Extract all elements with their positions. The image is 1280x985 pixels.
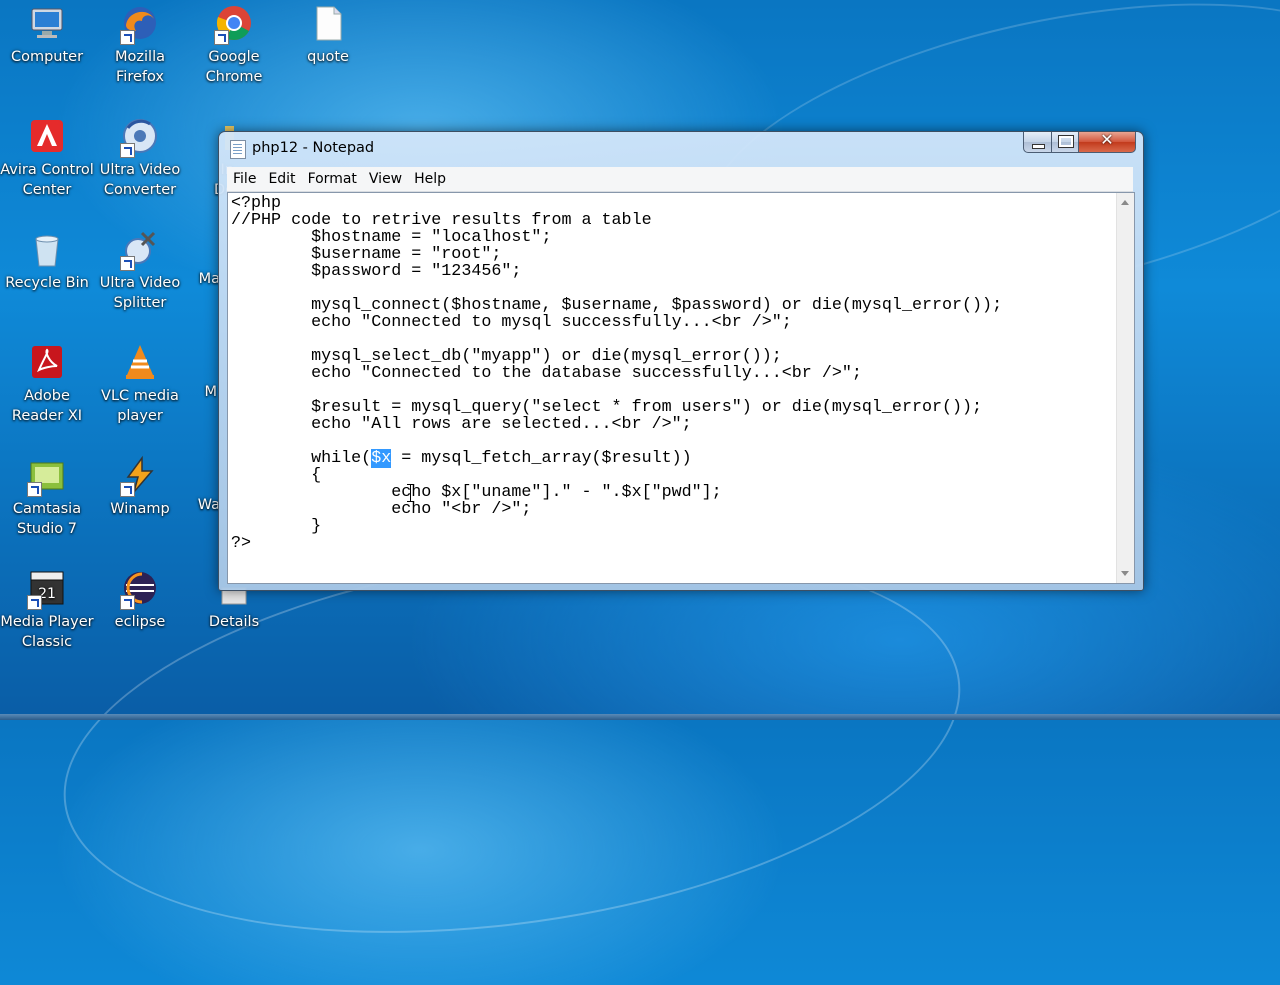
desktop-icon-label: Recycle Bin <box>5 275 89 291</box>
menu-bar: File Edit Format View Help <box>227 167 1133 192</box>
desktop-icon-label: VLC media player <box>101 388 179 424</box>
minimize-icon <box>1032 144 1045 149</box>
winamp-icon <box>120 455 160 497</box>
adobe-reader-icon <box>27 342 67 382</box>
scroll-up-arrow-icon[interactable] <box>1121 200 1129 205</box>
notepad-icon <box>230 140 246 159</box>
desktop-icon-label: Computer <box>10 49 84 65</box>
notepad-window[interactable]: php12 - Notepad ✕ File Edit Format View … <box>218 130 1144 591</box>
desktop-icon-ultra-video-converter[interactable]: Ultra Video Converter <box>93 116 187 200</box>
camtasia-icon <box>27 455 67 497</box>
desktop-icon-camtasia[interactable]: Camtasia Studio 7 <box>0 455 94 539</box>
title-bar[interactable]: php12 - Notepad ✕ <box>219 130 1143 164</box>
recycle-bin-icon <box>27 229 67 269</box>
desktop-icon-label: Mozilla Firefox <box>115 49 165 85</box>
taskbar[interactable] <box>0 714 1280 720</box>
desktop-icon-winamp[interactable]: Winamp <box>93 455 187 519</box>
desktop-icon-media-player-classic[interactable]: 21 Media Player Classic <box>0 568 94 652</box>
media-player-classic-icon: 21 <box>27 568 67 610</box>
text-cursor-icon <box>407 484 414 502</box>
desktop-icon-partial-ma[interactable]: Ma <box>187 269 220 289</box>
eclipse-icon <box>120 568 160 610</box>
menu-help[interactable]: Help <box>408 171 452 187</box>
firefox-icon <box>120 3 160 45</box>
desktop-icon-label: Adobe Reader XI <box>11 388 83 424</box>
ultra-video-converter-icon <box>120 116 160 158</box>
code-line: echo "All rows are selected...<br />"; <box>231 415 692 434</box>
minimize-button[interactable] <box>1023 132 1052 153</box>
desktop-icon-label: Ultra Video Splitter <box>99 275 181 311</box>
desktop-icon-label: Avira Control Center <box>0 162 94 198</box>
maximize-button[interactable] <box>1052 132 1079 153</box>
desktop-icon-avira[interactable]: Avira Control Center <box>0 116 94 200</box>
desktop-icon-computer[interactable]: Computer <box>0 3 94 67</box>
editor-text[interactable]: <?php //PHP code to retrive results from… <box>231 195 1002 552</box>
menu-view[interactable]: View <box>363 171 408 187</box>
code-line: echo "Connected to the database successf… <box>231 364 862 383</box>
desktop-icon-label: Wa <box>197 497 220 513</box>
vlc-icon <box>120 342 160 382</box>
code-line: $password = "123456"; <box>231 262 522 281</box>
desktop-icon-firefox[interactable]: Mozilla Firefox <box>93 3 187 87</box>
avira-icon <box>27 116 67 156</box>
vertical-scrollbar[interactable] <box>1116 193 1134 583</box>
desktop-icon-label: Media Player Classic <box>0 614 94 650</box>
window-title: php12 - Notepad <box>252 140 375 156</box>
scroll-down-arrow-icon[interactable] <box>1121 571 1129 576</box>
text-editor[interactable]: <?php //PHP code to retrive results from… <box>227 192 1135 584</box>
desktop-icon-label: Details <box>208 614 260 630</box>
desktop-icon-ultra-video-splitter[interactable]: Ultra Video Splitter <box>93 229 187 313</box>
desktop-icon-label: Ultra Video Converter <box>99 162 181 198</box>
code-line: ?> <box>231 534 252 553</box>
text-file-icon <box>308 3 348 43</box>
desktop-icon-eclipse[interactable]: eclipse <box>93 568 187 632</box>
close-icon: ✕ <box>1100 130 1114 149</box>
desktop-icon-vlc[interactable]: VLC media player <box>93 342 187 426</box>
desktop-icon-partial-m[interactable]: M <box>187 382 217 402</box>
desktop-icon-chrome[interactable]: Google Chrome <box>187 3 281 87</box>
desktop-icon-partial-wa[interactable]: Wa <box>187 495 220 515</box>
caption-buttons: ✕ <box>1023 130 1136 154</box>
chrome-icon <box>214 3 254 45</box>
desktop-icon-adobe-reader[interactable]: Adobe Reader XI <box>0 342 94 426</box>
code-line: = mysql_fetch_array($result)) <box>391 449 692 468</box>
desktop-icon-label: Ma <box>198 271 220 287</box>
menu-file[interactable]: File <box>227 171 262 187</box>
desktop-icon-label: Winamp <box>110 501 170 517</box>
desktop-icon-label: quote <box>307 49 349 65</box>
computer-icon <box>27 3 67 43</box>
menu-format[interactable]: Format <box>302 171 363 187</box>
selected-text: $x <box>371 449 392 468</box>
maximize-icon <box>1058 135 1074 148</box>
desktop-icon-recycle-bin[interactable]: Recycle Bin <box>0 229 94 293</box>
desktop-icon-quote[interactable]: quote <box>281 3 375 67</box>
menu-edit[interactable]: Edit <box>262 171 301 187</box>
ultra-video-splitter-icon <box>120 229 160 271</box>
desktop-icon-label: Google Chrome <box>205 49 263 85</box>
desktop-icon-label: Camtasia Studio 7 <box>12 501 82 537</box>
code-line: echo "Connected to mysql successfully...… <box>231 313 792 332</box>
close-button[interactable]: ✕ <box>1079 130 1136 153</box>
desktop-icon-label: eclipse <box>114 614 166 630</box>
desktop-icon-label: M <box>204 384 217 400</box>
